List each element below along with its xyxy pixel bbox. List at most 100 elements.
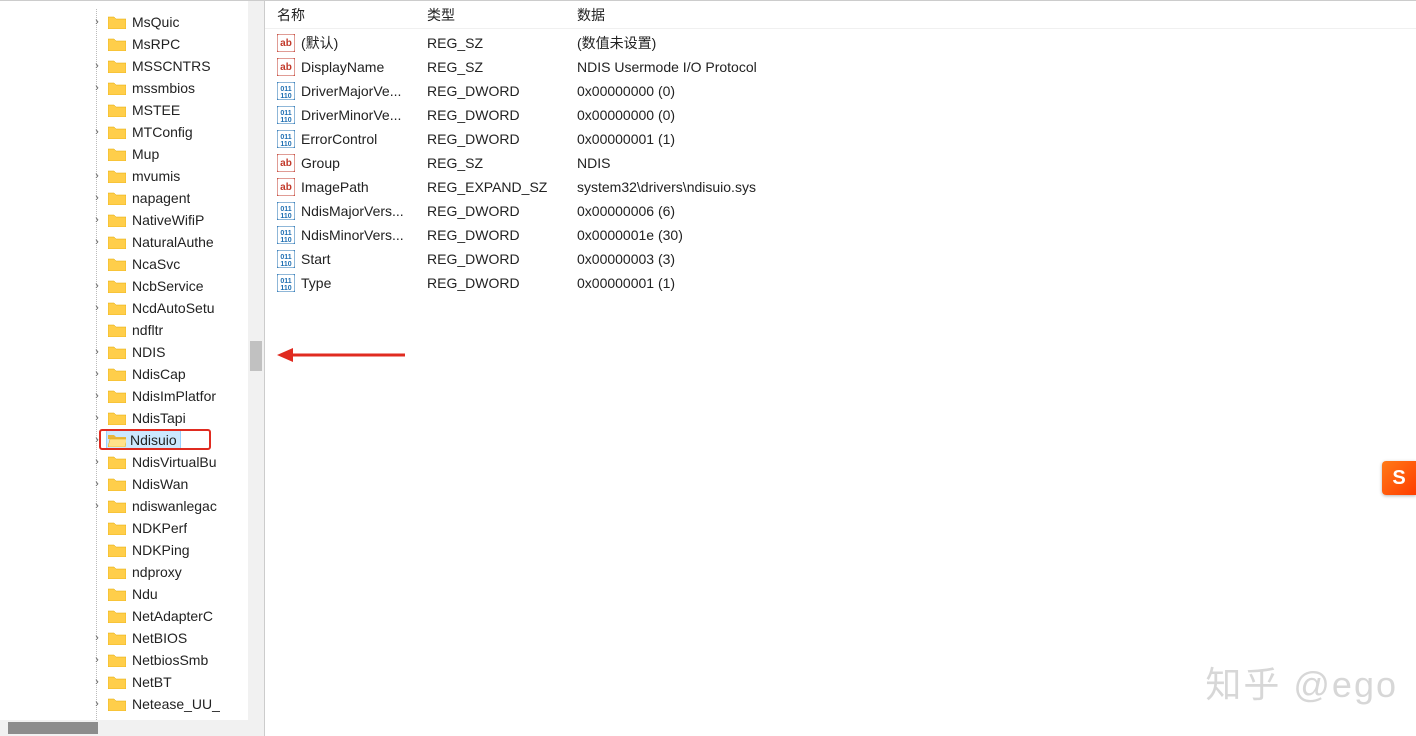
tree-item-label-wrap[interactable]: NcdAutoSetu bbox=[106, 300, 217, 316]
chevron-right-icon[interactable]: › bbox=[90, 192, 104, 204]
tree-item-label-wrap[interactable]: MTConfig bbox=[106, 124, 195, 140]
value-row[interactable]: GroupREG_SZNDIS bbox=[265, 151, 1416, 175]
values-list[interactable]: (默认)REG_SZ(数值未设置)DisplayNameREG_SZNDIS U… bbox=[265, 29, 1416, 295]
tree-item-label-wrap[interactable]: NetAdapterC bbox=[106, 608, 215, 624]
tree-item-label-wrap[interactable]: NDIS bbox=[106, 344, 167, 360]
tree-item-label-wrap[interactable]: napagent bbox=[106, 190, 192, 206]
tree-item-ndistapi[interactable]: ›NdisTapi bbox=[0, 407, 264, 429]
tree-item-label-wrap[interactable]: NaturalAuthe bbox=[106, 234, 216, 250]
value-row[interactable]: (默认)REG_SZ(数值未设置) bbox=[265, 31, 1416, 55]
tree-item-label-wrap[interactable]: mssmbios bbox=[106, 80, 197, 96]
tree-item-label-wrap[interactable]: NetBIOS bbox=[106, 630, 189, 646]
chevron-right-icon[interactable]: › bbox=[90, 16, 104, 28]
tree-item-label-wrap[interactable]: NetbiosSmb bbox=[106, 652, 210, 668]
tree-item-label-wrap[interactable]: Ndisuio bbox=[106, 430, 181, 450]
value-row[interactable]: StartREG_DWORD0x00000003 (3) bbox=[265, 247, 1416, 271]
tree-item-ndis[interactable]: ›NDIS bbox=[0, 341, 264, 363]
chevron-right-icon[interactable]: › bbox=[90, 456, 104, 468]
value-row[interactable]: ImagePathREG_EXPAND_SZsystem32\drivers\n… bbox=[265, 175, 1416, 199]
sogou-ime-badge[interactable]: S bbox=[1382, 461, 1416, 495]
value-row[interactable]: DriverMinorVe...REG_DWORD0x00000000 (0) bbox=[265, 103, 1416, 127]
tree-item-label-wrap[interactable]: NetBT bbox=[106, 674, 174, 690]
tree-item-nativewifip[interactable]: ›NativeWifiP bbox=[0, 209, 264, 231]
chevron-right-icon[interactable]: › bbox=[90, 698, 104, 710]
tree-item-label-wrap[interactable]: MsQuic bbox=[106, 14, 181, 30]
chevron-right-icon[interactable]: › bbox=[90, 60, 104, 72]
chevron-right-icon[interactable]: › bbox=[90, 500, 104, 512]
tree-item-label-wrap[interactable]: NDKPerf bbox=[106, 520, 189, 536]
tree-item-label-wrap[interactable]: NdisWan bbox=[106, 476, 190, 492]
column-header-data[interactable]: 数据 bbox=[577, 5, 1416, 25]
value-row[interactable]: NdisMajorVers...REG_DWORD0x00000006 (6) bbox=[265, 199, 1416, 223]
chevron-right-icon[interactable]: › bbox=[90, 654, 104, 666]
scrollbar-thumb[interactable] bbox=[8, 722, 98, 734]
tree-item-label-wrap[interactable]: NDKPing bbox=[106, 542, 192, 558]
tree-item-mvumis[interactable]: ›mvumis bbox=[0, 165, 264, 187]
tree-item-label-wrap[interactable]: NcbService bbox=[106, 278, 206, 294]
chevron-right-icon[interactable]: › bbox=[90, 434, 104, 446]
value-row[interactable]: ErrorControlREG_DWORD0x00000001 (1) bbox=[265, 127, 1416, 151]
chevron-right-icon[interactable]: › bbox=[90, 302, 104, 314]
value-row[interactable]: DisplayNameREG_SZNDIS Usermode I/O Proto… bbox=[265, 55, 1416, 79]
values-header[interactable]: 名称 类型 数据 bbox=[265, 1, 1416, 29]
tree-item-ndisuio[interactable]: ›Ndisuio bbox=[0, 429, 264, 451]
tree-item-label-wrap[interactable]: mvumis bbox=[106, 168, 182, 184]
tree-item-label-wrap[interactable]: Netease_UU_ bbox=[106, 696, 222, 712]
scrollbar-thumb[interactable] bbox=[250, 341, 262, 371]
tree-item-mup[interactable]: Mup bbox=[0, 143, 264, 165]
value-row[interactable]: DriverMajorVe...REG_DWORD0x00000000 (0) bbox=[265, 79, 1416, 103]
tree-item-label-wrap[interactable]: ndfltr bbox=[106, 322, 165, 338]
tree-item-label-wrap[interactable]: ndiswanlegac bbox=[106, 498, 219, 514]
chevron-right-icon[interactable]: › bbox=[90, 632, 104, 644]
tree-item-netbiossmb[interactable]: ›NetbiosSmb bbox=[0, 649, 264, 671]
tree-item-label-wrap[interactable]: MSTEE bbox=[106, 102, 182, 118]
chevron-right-icon[interactable]: › bbox=[90, 214, 104, 226]
tree-item-label-wrap[interactable]: NdisVirtualBu bbox=[106, 454, 219, 470]
tree-item-ndu[interactable]: Ndu bbox=[0, 583, 264, 605]
tree-item-ndkperf[interactable]: NDKPerf bbox=[0, 517, 264, 539]
chevron-right-icon[interactable]: › bbox=[90, 236, 104, 248]
tree-item-ndisvirtualbu[interactable]: ›NdisVirtualBu bbox=[0, 451, 264, 473]
tree-item-naturalauthe[interactable]: ›NaturalAuthe bbox=[0, 231, 264, 253]
tree-item-ndkping[interactable]: NDKPing bbox=[0, 539, 264, 561]
chevron-right-icon[interactable]: › bbox=[90, 82, 104, 94]
column-header-type[interactable]: 类型 bbox=[427, 5, 577, 25]
tree-horizontal-scrollbar[interactable] bbox=[0, 720, 264, 736]
tree-item-label-wrap[interactable]: MsRPC bbox=[106, 36, 182, 52]
chevron-right-icon[interactable]: › bbox=[90, 126, 104, 138]
chevron-right-icon[interactable]: › bbox=[90, 478, 104, 490]
tree-item-ndisimplatfor[interactable]: ›NdisImPlatfor bbox=[0, 385, 264, 407]
tree-item-mtconfig[interactable]: ›MTConfig bbox=[0, 121, 264, 143]
chevron-right-icon[interactable]: › bbox=[90, 170, 104, 182]
chevron-right-icon[interactable]: › bbox=[90, 280, 104, 292]
tree-item-ndfltr[interactable]: ndfltr bbox=[0, 319, 264, 341]
value-row[interactable]: TypeREG_DWORD0x00000001 (1) bbox=[265, 271, 1416, 295]
chevron-right-icon[interactable]: › bbox=[90, 346, 104, 358]
tree-item-ndiswanlegac[interactable]: ›ndiswanlegac bbox=[0, 495, 264, 517]
tree-item-label-wrap[interactable]: Mup bbox=[106, 146, 161, 162]
tree-item-netease_uu_[interactable]: ›Netease_UU_ bbox=[0, 693, 264, 715]
tree-item-label-wrap[interactable]: NcaSvc bbox=[106, 256, 182, 272]
tree-item-label-wrap[interactable]: NdisCap bbox=[106, 366, 188, 382]
tree-item-netbt[interactable]: ›NetBT bbox=[0, 671, 264, 693]
value-row[interactable]: NdisMinorVers...REG_DWORD0x0000001e (30) bbox=[265, 223, 1416, 247]
tree-item-ndiscap[interactable]: ›NdisCap bbox=[0, 363, 264, 385]
tree-item-label-wrap[interactable]: NdisTapi bbox=[106, 410, 188, 426]
tree-item-label-wrap[interactable]: NdisImPlatfor bbox=[106, 388, 218, 404]
tree-item-ndproxy[interactable]: ndproxy bbox=[0, 561, 264, 583]
tree-item-msrpc[interactable]: MsRPC bbox=[0, 33, 264, 55]
tree-item-ndiswan[interactable]: ›NdisWan bbox=[0, 473, 264, 495]
tree-item-ncasvc[interactable]: NcaSvc bbox=[0, 253, 264, 275]
tree-item-label-wrap[interactable]: NativeWifiP bbox=[106, 212, 206, 228]
chevron-right-icon[interactable]: › bbox=[90, 676, 104, 688]
tree-item-msquic[interactable]: ›MsQuic bbox=[0, 11, 264, 33]
registry-tree[interactable]: ›MsQuicMsRPC›MSSCNTRS›mssmbiosMSTEE›MTCo… bbox=[0, 1, 264, 715]
tree-item-label-wrap[interactable]: ndproxy bbox=[106, 564, 184, 580]
tree-item-msscntrs[interactable]: ›MSSCNTRS bbox=[0, 55, 264, 77]
chevron-right-icon[interactable]: › bbox=[90, 412, 104, 424]
tree-item-netadapterc[interactable]: NetAdapterC bbox=[0, 605, 264, 627]
tree-item-label-wrap[interactable]: MSSCNTRS bbox=[106, 58, 213, 74]
tree-vertical-scrollbar[interactable] bbox=[248, 1, 264, 736]
tree-item-ncbservice[interactable]: ›NcbService bbox=[0, 275, 264, 297]
chevron-right-icon[interactable]: › bbox=[90, 368, 104, 380]
